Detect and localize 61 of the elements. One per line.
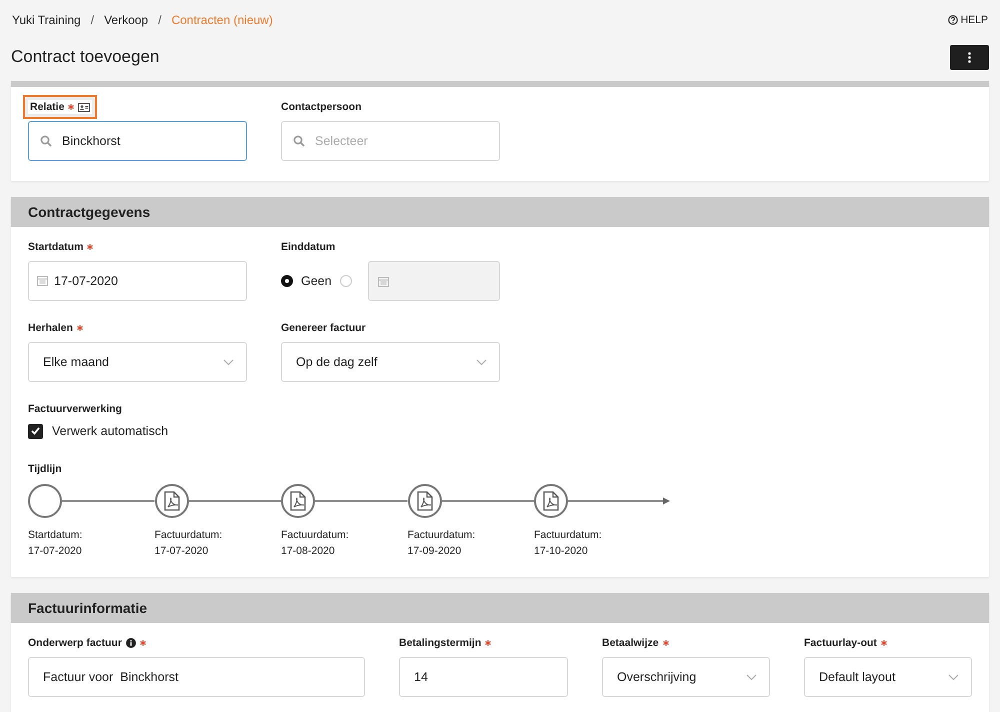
field-label: Herhalen — [28, 322, 73, 334]
field-label: Onderwerp factuur — [28, 637, 122, 649]
pdf-file-icon — [416, 491, 432, 511]
field-label: Einddatum — [281, 241, 336, 253]
event-date: 17-07-2020 — [28, 545, 83, 557]
checkmark-icon — [31, 427, 40, 435]
kebab-menu-icon — [968, 52, 971, 62]
field-label: Betalingstermijn — [399, 637, 482, 649]
search-icon — [40, 135, 52, 147]
calendar-icon — [378, 276, 389, 286]
field-label: Relatie — [30, 101, 64, 113]
chevron-down-icon — [223, 358, 234, 366]
search-icon — [293, 135, 305, 147]
field-label: Startdatum — [28, 241, 84, 253]
event-label: Startdatum: — [28, 529, 84, 541]
section-header: Factuurinformatie — [11, 593, 989, 623]
select-field[interactable]: Overschrijving — [602, 657, 770, 697]
calendar-icon — [37, 275, 48, 286]
field-label: Betaalwijze — [602, 637, 659, 649]
select-field[interactable]: Elke maand — [28, 342, 247, 382]
breadcrumb-separator: / — [90, 13, 94, 27]
checkbox[interactable] — [28, 424, 43, 438]
pdf-file-icon — [164, 491, 180, 511]
field-label: Genereer factuur — [281, 322, 366, 334]
event-label: Factuurdatum: — [534, 529, 603, 541]
event-label: Factuurdatum: — [281, 529, 350, 541]
help-icon — [948, 15, 958, 25]
help-link[interactable]: HELP — [948, 14, 989, 26]
select-field[interactable]: Default layout — [804, 657, 972, 697]
page-title: Contract toevoegen — [11, 47, 160, 67]
radio-button[interactable] — [281, 275, 293, 287]
breadcrumb-separator: / — [158, 13, 162, 27]
select-field[interactable]: Op de dag zelf — [281, 342, 500, 382]
event-date: 17-10-2020 — [534, 545, 589, 557]
more-options-button[interactable] — [950, 44, 989, 70]
field-label: Factuurlay-out — [804, 637, 877, 649]
input-field[interactable]: 14 — [399, 657, 568, 697]
date-field[interactable] — [368, 261, 500, 301]
timeline-label: Tijdlijn — [28, 463, 63, 475]
breadcrumb-link[interactable]: Verkoop — [104, 13, 148, 27]
checkbox-label: Verwerk automatisch — [52, 424, 168, 438]
radio-label: Geen — [301, 274, 332, 288]
chevron-down-icon — [746, 674, 757, 680]
event-label: Factuurdatum: — [154, 529, 224, 541]
input-field[interactable]: Factuur voor Binckhorst — [28, 657, 365, 697]
event-label: Factuurdatum: — [408, 529, 476, 541]
event-date: 17-07-2020 — [154, 545, 210, 557]
search-field[interactable]: Selecteer — [281, 121, 500, 161]
event-date: 17-08-2020 — [281, 545, 336, 557]
date-field[interactable]: 17-07-2020 — [28, 261, 247, 301]
chevron-down-icon — [476, 358, 487, 366]
chevron-down-icon — [948, 674, 959, 680]
field-label: Contactpersoon — [281, 101, 362, 113]
field-label: Factuurverwerking — [28, 403, 122, 415]
start-node — [28, 484, 62, 518]
pdf-file-icon — [543, 491, 559, 511]
search-field[interactable]: Binckhorst — [28, 121, 247, 161]
pdf-file-icon — [290, 491, 306, 511]
breadcrumb-link[interactable]: Yuki Training — [12, 13, 81, 27]
section-header: Contractgegevens — [11, 197, 989, 227]
event-date: 17-09-2020 — [408, 545, 462, 557]
